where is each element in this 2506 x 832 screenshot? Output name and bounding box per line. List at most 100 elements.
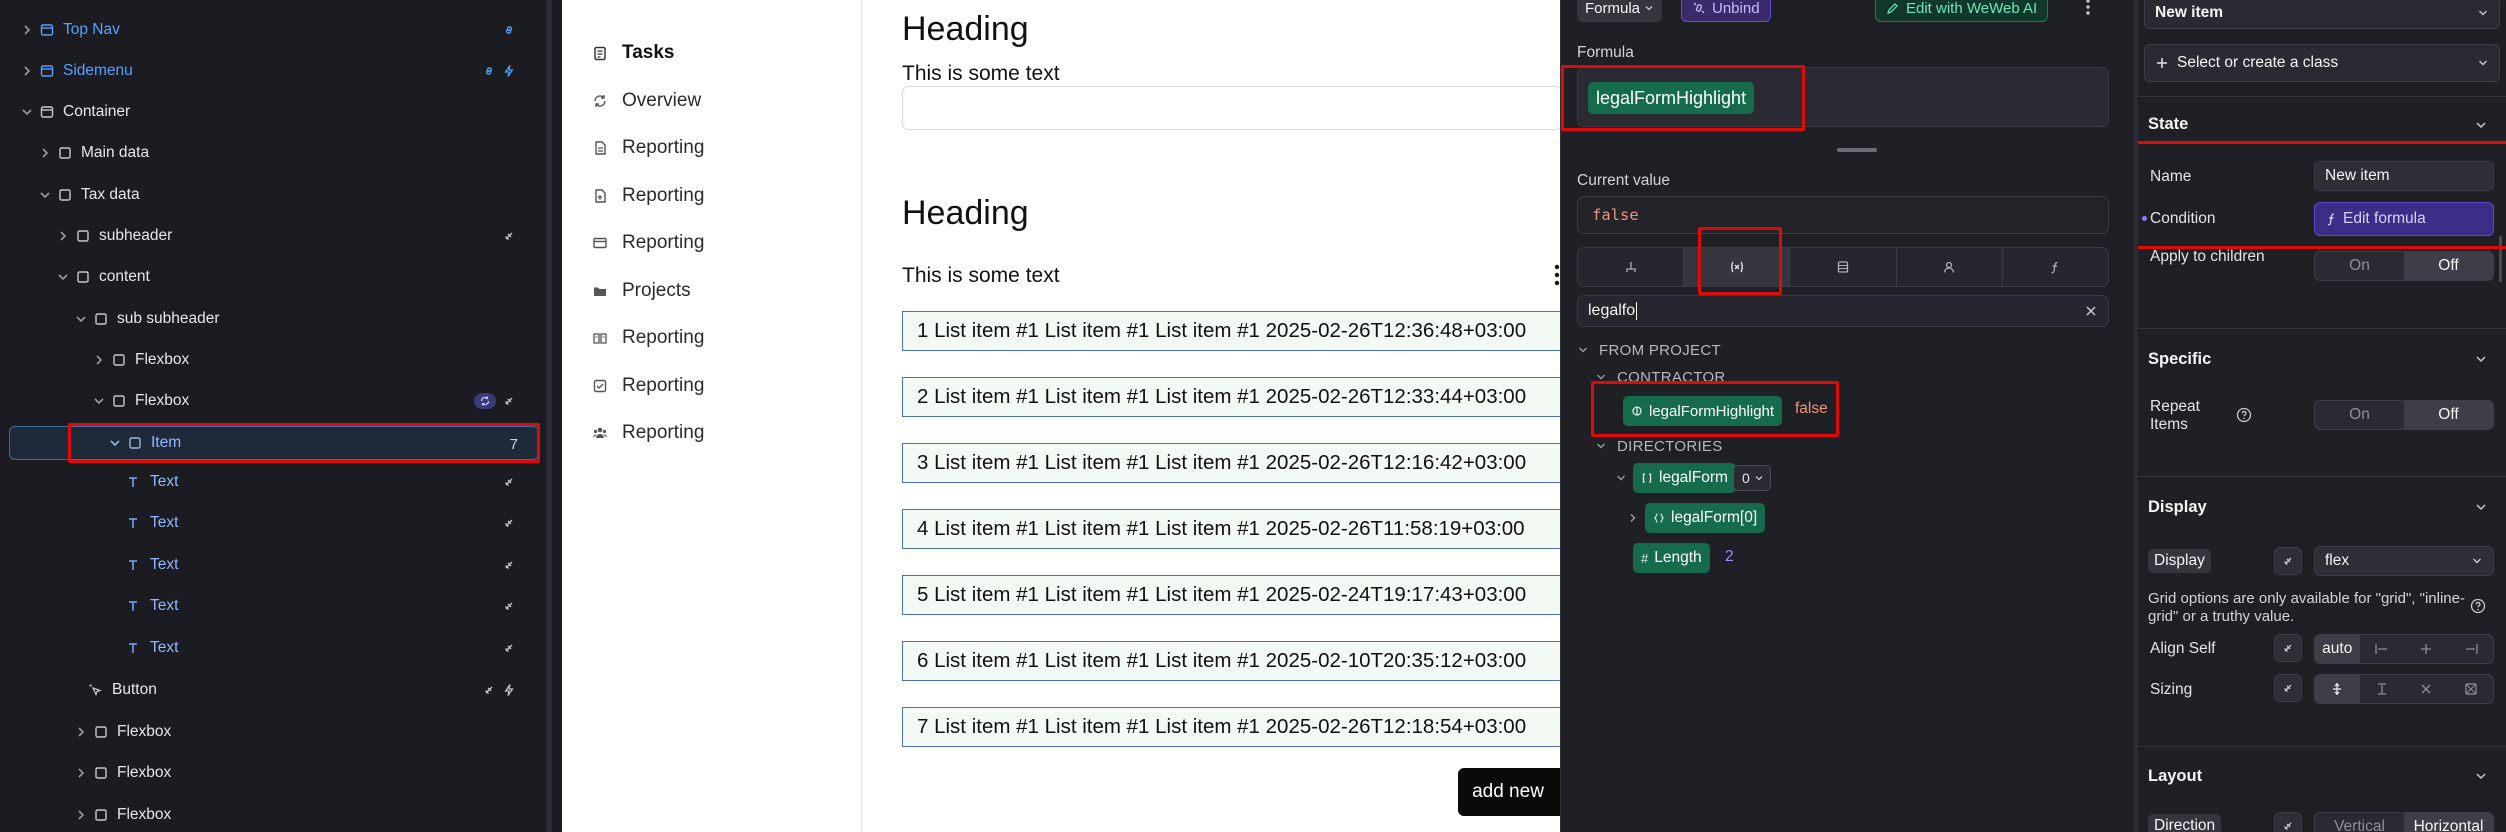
length-property[interactable]: # Length xyxy=(1633,543,1710,573)
edit-formula-button[interactable]: Edit formula xyxy=(2314,202,2494,236)
align-auto[interactable]: auto xyxy=(2315,635,2360,663)
formula-variable-tag[interactable]: legalFormHighlight xyxy=(1588,82,1755,114)
chevron-right-icon[interactable] xyxy=(1627,512,1639,524)
tab-data[interactable] xyxy=(1790,248,1897,286)
tab-functions[interactable] xyxy=(2003,248,2108,286)
list-item[interactable]: 7 List item #1 List item #1 List item #1… xyxy=(902,707,1560,747)
layer-text[interactable]: Text xyxy=(0,550,546,580)
more-vertical-icon[interactable] xyxy=(2085,0,2091,16)
variable-legalformhighlight[interactable]: legalFormHighlight xyxy=(1623,396,1783,426)
chevron-down-icon[interactable] xyxy=(2474,500,2488,514)
sizing-height-icon[interactable] xyxy=(2360,675,2405,703)
toggle-on[interactable]: On xyxy=(2315,401,2404,429)
layer-flexbox[interactable]: Flexbox xyxy=(0,717,546,747)
sizing-none-icon[interactable] xyxy=(2404,675,2449,703)
chevron-right-icon[interactable] xyxy=(56,229,70,243)
chevron-down-icon[interactable] xyxy=(2474,118,2488,132)
add-new-button[interactable]: add new xyxy=(1458,768,1560,816)
toggle-off[interactable]: Off xyxy=(2404,252,2493,280)
bind-display-button[interactable] xyxy=(2274,547,2302,575)
nav-reporting[interactable]: Reporting xyxy=(592,371,704,401)
tab-components[interactable] xyxy=(1578,248,1685,286)
layer-sub-subheader[interactable]: sub subheader xyxy=(0,304,546,334)
layer-flexbox[interactable]: Flexbox xyxy=(0,345,546,375)
layer-tax-data[interactable]: Tax data xyxy=(0,180,546,210)
sizing-toggle[interactable] xyxy=(2314,674,2494,704)
list-item[interactable]: 4 List item #1 List item #1 List item #1… xyxy=(902,509,1560,549)
tree-from-project[interactable]: FROM PROJECT xyxy=(1577,340,1721,360)
list-item[interactable]: 3 List item #1 List item #1 List item #1… xyxy=(902,443,1560,483)
repeat-items-toggle[interactable]: On Off xyxy=(2314,400,2494,430)
array-legalform[interactable]: legalForm xyxy=(1633,463,1736,493)
chevron-right-icon[interactable] xyxy=(20,23,34,37)
list-item[interactable]: 2 List item #1 List item #1 List item #1… xyxy=(902,377,1560,417)
chevron-down-icon[interactable] xyxy=(108,436,122,450)
nav-reporting[interactable]: Reporting xyxy=(592,228,704,258)
align-start-icon[interactable] xyxy=(2360,635,2405,663)
list-item[interactable]: 1 List item #1 List item #1 List item #1… xyxy=(902,311,1560,351)
direction-vertical[interactable]: Vertical xyxy=(2315,813,2404,832)
layer-text[interactable]: Text xyxy=(0,467,546,497)
list-item[interactable]: 5 List item #1 List item #1 List item #1… xyxy=(902,575,1560,615)
bound-icon[interactable] xyxy=(502,475,516,489)
layer-flexbox[interactable]: Flexbox xyxy=(0,800,546,830)
layer-flexbox-repeat[interactable]: Flexbox xyxy=(0,386,546,416)
layer-top-nav[interactable]: Top Nav xyxy=(0,15,546,45)
nav-reporting[interactable]: Reporting xyxy=(592,181,704,211)
scrollbar-thumb[interactable] xyxy=(2499,236,2502,282)
bound-icon[interactable] xyxy=(482,683,496,697)
tree-directories[interactable]: DIRECTORIES xyxy=(1595,436,1723,456)
bound-icon[interactable] xyxy=(502,516,516,530)
lightning-icon[interactable] xyxy=(502,683,516,697)
link-icon[interactable] xyxy=(502,23,516,37)
chevron-down-icon[interactable] xyxy=(1615,472,1627,484)
nav-projects[interactable]: Projects xyxy=(592,276,691,306)
help-icon[interactable] xyxy=(2236,407,2252,423)
nav-reporting[interactable]: Reporting xyxy=(592,133,704,163)
nav-overview[interactable]: Overview xyxy=(592,86,701,116)
bind-sizing-button[interactable] xyxy=(2274,674,2302,702)
align-self-toggle[interactable]: auto xyxy=(2314,634,2494,664)
layer-container[interactable]: Container xyxy=(0,97,546,127)
sizing-fixed-icon[interactable] xyxy=(2315,675,2360,703)
unbind-button[interactable]: Unbind xyxy=(1681,0,1771,22)
chevron-right-icon[interactable] xyxy=(20,64,34,78)
canvas-input[interactable] xyxy=(902,86,1560,130)
chevron-down-icon[interactable] xyxy=(2474,352,2488,366)
layer-item-selected[interactable]: Item 7 xyxy=(9,426,539,460)
array-item-legalform-0[interactable]: legalForm[0] xyxy=(1645,503,1766,533)
layer-text[interactable]: Text xyxy=(0,633,546,663)
sizing-grid-icon[interactable] xyxy=(2449,675,2494,703)
formula-editor[interactable]: legalFormHighlight xyxy=(1577,67,2109,127)
chevron-right-icon[interactable] xyxy=(92,353,106,367)
bound-icon[interactable] xyxy=(502,558,516,572)
chevron-down-icon[interactable] xyxy=(92,394,106,408)
edit-with-ai-button[interactable]: Edit with WeWeb AI xyxy=(1875,0,2049,22)
chevron-down-icon[interactable] xyxy=(2474,769,2488,783)
layer-main-data[interactable]: Main data xyxy=(0,138,546,168)
chevron-down-icon[interactable] xyxy=(74,312,88,326)
align-center-icon[interactable] xyxy=(2404,635,2449,663)
formula-mode-select[interactable]: Formula xyxy=(1577,0,1663,22)
item-select[interactable]: New item xyxy=(2144,0,2500,29)
link-icon[interactable] xyxy=(482,64,496,78)
section-layout-title[interactable]: Layout xyxy=(2148,767,2202,786)
layer-flexbox[interactable]: Flexbox xyxy=(0,758,546,788)
chevron-down-icon[interactable] xyxy=(38,188,52,202)
layer-sidemenu[interactable]: Sidemenu xyxy=(0,56,546,86)
direction-horizontal[interactable]: Horizontal xyxy=(2404,813,2493,832)
resize-handle[interactable] xyxy=(1837,148,1877,152)
nav-reporting[interactable]: Reporting xyxy=(592,418,704,448)
direction-toggle[interactable]: Vertical Horizontal xyxy=(2314,812,2494,832)
align-end-icon[interactable] xyxy=(2449,635,2494,663)
toggle-on[interactable]: On xyxy=(2315,252,2404,280)
close-icon[interactable] xyxy=(2084,304,2098,318)
chevron-right-icon[interactable] xyxy=(74,725,88,739)
chevron-right-icon[interactable] xyxy=(38,146,52,160)
bound-icon[interactable] xyxy=(502,599,516,613)
bind-direction-button[interactable] xyxy=(2274,812,2302,832)
bind-align-button[interactable] xyxy=(2274,634,2302,662)
lightning-icon[interactable] xyxy=(502,64,516,78)
nav-tasks[interactable]: Tasks xyxy=(592,38,674,68)
bound-icon[interactable] xyxy=(502,641,516,655)
